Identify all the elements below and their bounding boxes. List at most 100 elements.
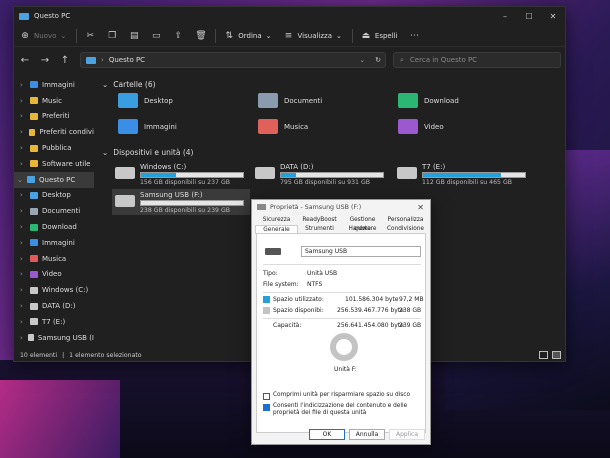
drive-item[interactable]: T7 (E:) 112 GB disponibili su 465 GB: [394, 161, 532, 187]
tab-customize[interactable]: Personalizza: [384, 216, 427, 225]
sidebar-item[interactable]: › Music: [14, 93, 94, 109]
sidebar-item[interactable]: › Download: [14, 219, 94, 235]
sidebar-item[interactable]: › Software utile: [14, 156, 94, 172]
sidebar-item[interactable]: › Video: [14, 267, 94, 283]
chevron-right-icon[interactable]: ›: [20, 286, 26, 294]
sidebar-item[interactable]: › Documenti: [14, 203, 94, 219]
forward-arrow-icon[interactable]: →: [40, 55, 50, 66]
sidebar-item[interactable]: › Immagini: [14, 77, 94, 93]
close-button[interactable]: ✕: [541, 12, 565, 21]
address-bar[interactable]: › Questo PC ⌄ ↻: [80, 52, 386, 68]
delete-button[interactable]: 🗑: [195, 31, 206, 41]
chevron-right-icon[interactable]: ›: [20, 128, 25, 136]
chevron-right-icon[interactable]: ›: [20, 112, 26, 120]
cancel-button[interactable]: Annulla: [349, 429, 385, 440]
sidebar-item[interactable]: › Immagini: [14, 235, 94, 251]
sidebar-item[interactable]: › Windows (C:): [14, 282, 94, 298]
properties-dialog: Proprietà - Samsung USB (F:) ✕ Sicurezza…: [251, 199, 431, 445]
compress-checkbox[interactable]: [263, 393, 270, 400]
chevron-right-icon[interactable]: ›: [20, 97, 26, 105]
more-button[interactable]: ⋯: [410, 31, 420, 41]
rename-button[interactable]: ▭: [151, 31, 161, 41]
folder-label: Musica: [284, 122, 309, 131]
sidebar-item[interactable]: › Preferiti: [14, 109, 94, 125]
drive-item[interactable]: DATA (D:) 795 GB disponibili su 931 GB: [252, 161, 390, 187]
maximize-button[interactable]: ☐: [517, 12, 541, 21]
chevron-down-icon[interactable]: ⌄: [17, 176, 23, 184]
address-path: Questo PC: [108, 56, 146, 64]
sidebar-item[interactable]: › Musica: [14, 251, 94, 267]
sidebar-item[interactable]: › Preferiti condivi: [14, 124, 94, 140]
tiles-view-icon[interactable]: [552, 351, 561, 359]
folder-icon: [30, 239, 38, 247]
item-count: 10 elementi: [20, 352, 58, 359]
folder-item[interactable]: Documenti: [258, 93, 322, 108]
chevron-right-icon[interactable]: ›: [20, 239, 26, 247]
chevron-right-icon[interactable]: ›: [20, 81, 26, 89]
eject-button[interactable]: ⏏ Espelli: [361, 31, 398, 41]
back-arrow-icon[interactable]: ←: [20, 55, 30, 66]
chevron-right-icon[interactable]: ›: [20, 302, 26, 310]
folders-section-header[interactable]: ⌄ Cartelle (6): [98, 77, 563, 91]
paste-button[interactable]: ▤: [129, 31, 139, 41]
type-label: Tipo:: [263, 270, 278, 277]
chevron-down-icon: ⌄: [102, 147, 109, 157]
folder-item[interactable]: Video: [398, 119, 444, 134]
cut-button[interactable]: ✂: [85, 31, 95, 41]
sidebar-item[interactable]: › Pubblica: [14, 140, 94, 156]
search-box[interactable]: ⌕ Cerca in Questo PC: [393, 52, 561, 68]
index-checkbox[interactable]: [263, 404, 270, 411]
drives-section-header[interactable]: ⌄ Dispositivi e unità (4): [98, 145, 563, 159]
tab-readyboost[interactable]: ReadyBoost: [298, 216, 341, 225]
drive-name-input[interactable]: Samsung USB: [301, 246, 421, 257]
sidebar-item[interactable]: › DATA (D:): [14, 298, 94, 314]
drive-usage-bar: [422, 172, 526, 178]
new-button[interactable]: ⊕ Nuovo ⌄: [20, 31, 66, 41]
chevron-right-icon[interactable]: ›: [20, 223, 26, 231]
chevron-right-icon[interactable]: ›: [20, 318, 26, 326]
chevron-right-icon[interactable]: ›: [20, 144, 26, 152]
details-view-icon[interactable]: [539, 351, 548, 359]
share-button[interactable]: ⇪: [173, 31, 183, 41]
drive-item[interactable]: Windows (C:) 156 GB disponibili su 237 GB: [112, 161, 250, 187]
chevron-right-icon[interactable]: ›: [20, 191, 26, 199]
dialog-close-button[interactable]: ✕: [417, 203, 424, 212]
chevron-right-icon: ›: [101, 56, 104, 64]
chevron-down-icon[interactable]: ⌄: [359, 56, 365, 64]
sidebar-item[interactable]: › Desktop: [14, 188, 94, 204]
drive-space-info: 112 GB disponibili su 465 GB: [422, 179, 512, 186]
chevron-right-icon[interactable]: ›: [20, 207, 26, 215]
folder-item[interactable]: Desktop: [118, 93, 173, 108]
ok-button[interactable]: OK: [309, 429, 345, 440]
view-button[interactable]: ≡ Visualizza ⌄: [284, 31, 342, 41]
folder-item[interactable]: Immagini: [118, 119, 177, 134]
sidebar-item[interactable]: › T7 (E:): [14, 314, 94, 330]
apply-button[interactable]: Applica: [389, 429, 425, 440]
tab-quota[interactable]: Gestione quote: [341, 216, 384, 232]
index-checkbox-row[interactable]: Consenti l'indicizzazione del contenuto …: [263, 403, 423, 417]
chevron-right-icon[interactable]: ›: [20, 255, 26, 263]
type-value: Unità USB: [307, 270, 338, 277]
chevron-right-icon[interactable]: ›: [20, 160, 26, 168]
chevron-down-icon: ⌄: [60, 31, 67, 40]
chevron-right-icon[interactable]: ›: [20, 334, 24, 342]
sort-button[interactable]: ⇅ Ordina ⌄: [224, 31, 271, 41]
selection-count: 1 elemento selezionato: [69, 352, 142, 359]
folder-icon: [118, 93, 138, 108]
tab-security[interactable]: Sicurezza: [255, 216, 298, 225]
folder-icon: [30, 160, 38, 168]
chevron-right-icon[interactable]: ›: [20, 270, 26, 278]
folder-icon: [30, 270, 38, 278]
folder-item[interactable]: Download: [398, 93, 459, 108]
sidebar-item[interactable]: › Samsung USB (I: [14, 330, 94, 346]
drive-item[interactable]: Samsung USB (F:) 238 GB disponibili su 23…: [112, 189, 250, 215]
sidebar-item-label: Immagini: [42, 238, 75, 247]
up-arrow-icon[interactable]: ↑: [60, 55, 70, 66]
compress-checkbox-row[interactable]: Comprimi unità per risparmiare spazio su…: [263, 392, 410, 400]
sidebar-item[interactable]: ⌄ Questo PC: [14, 171, 94, 188]
minimize-button[interactable]: –: [493, 12, 517, 21]
scissors-icon: ✂: [86, 30, 95, 41]
refresh-icon[interactable]: ↻: [375, 56, 381, 64]
folder-item[interactable]: Musica: [258, 119, 308, 134]
copy-button[interactable]: ❐: [107, 31, 117, 41]
